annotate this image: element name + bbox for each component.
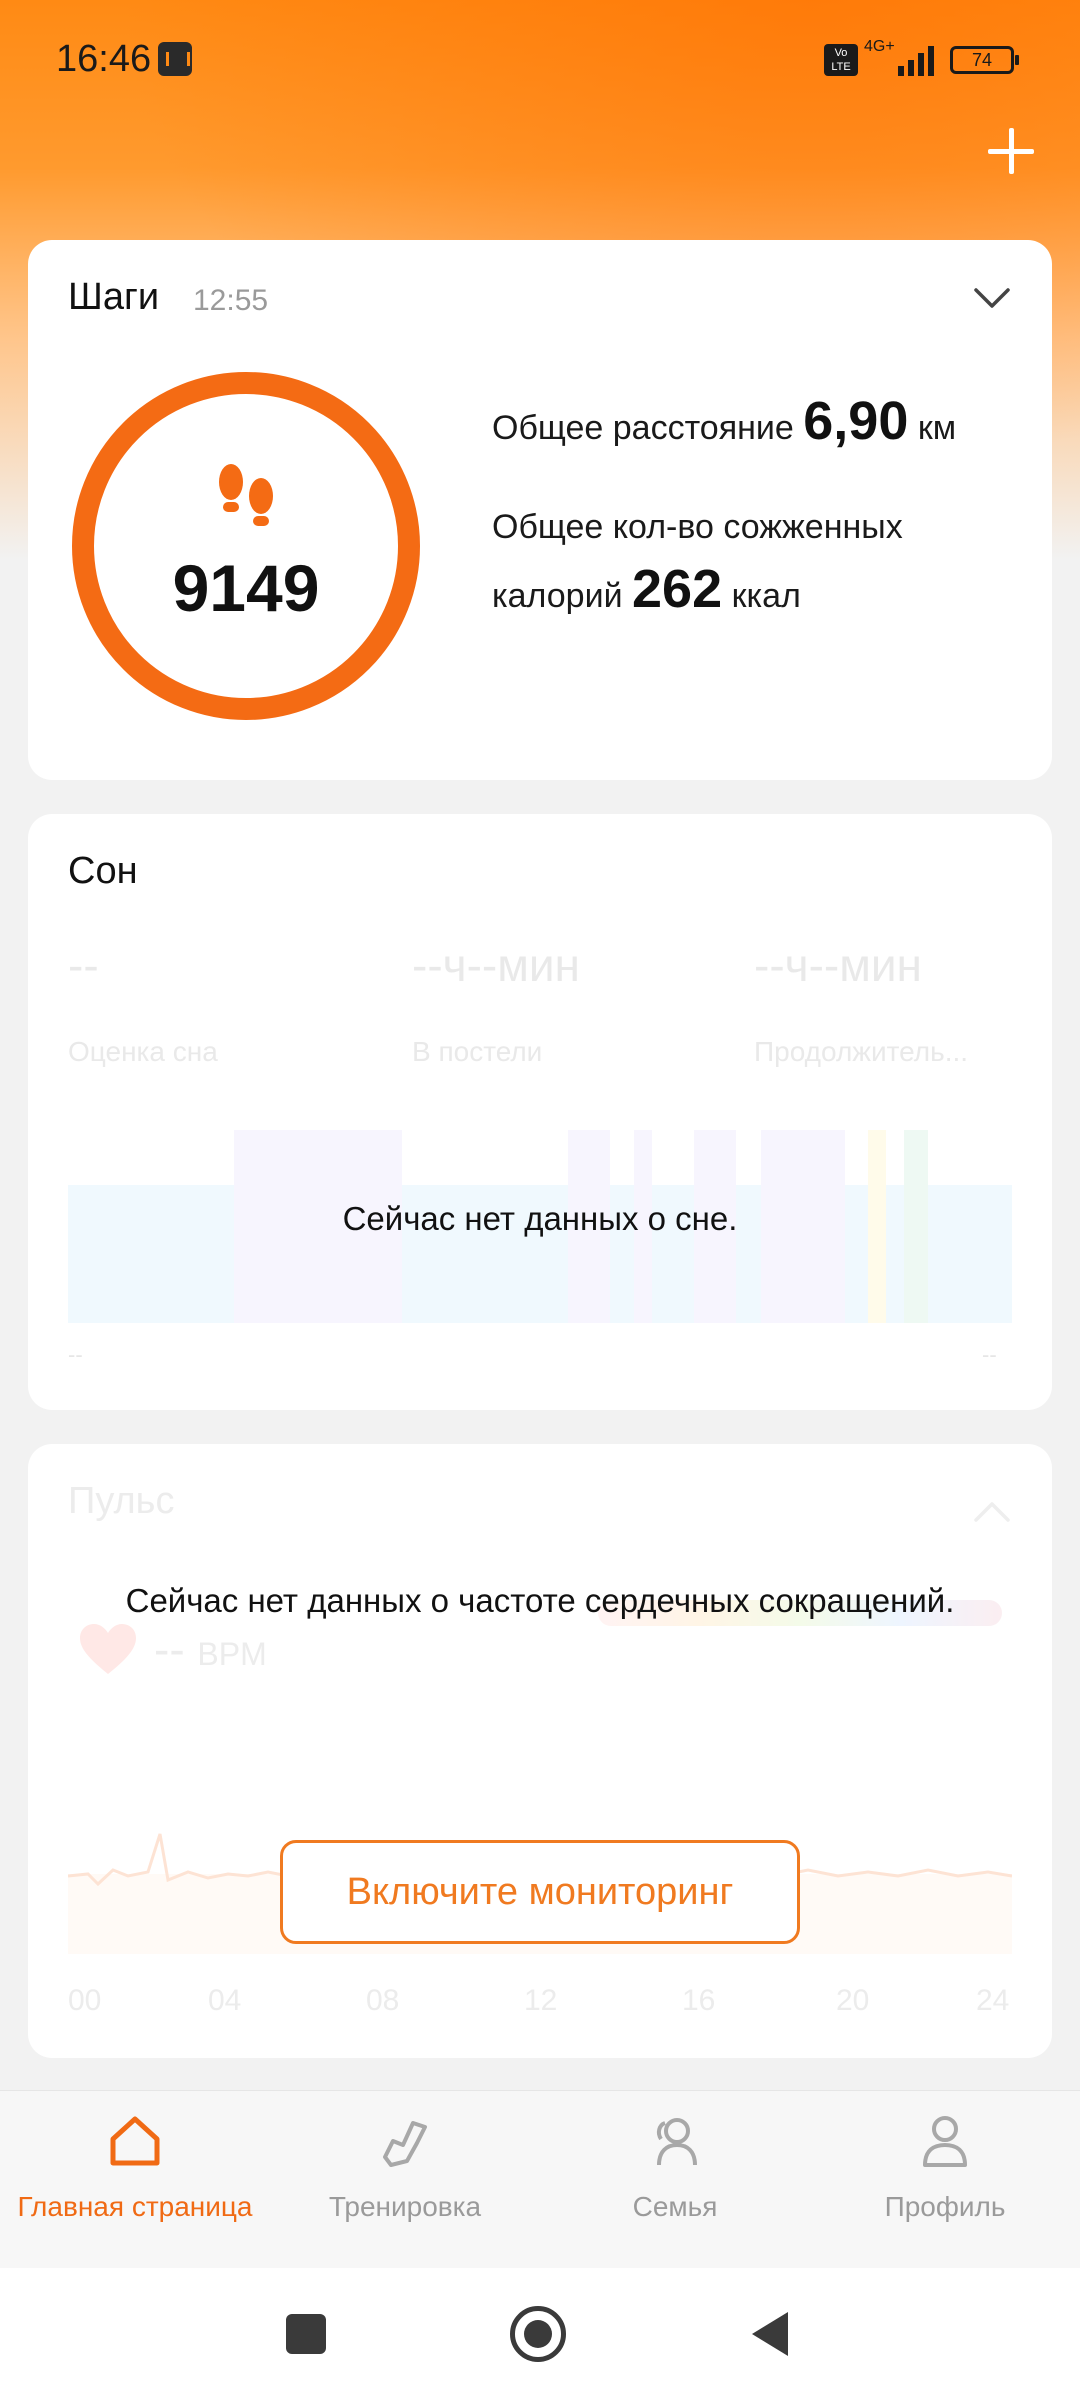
pulse-axis-tick: 24 (976, 1984, 1010, 2017)
sleep-duration-label: Продолжитель... (754, 1036, 969, 1067)
network-type: 4G+ (864, 38, 895, 55)
distance-unit: км (917, 409, 957, 447)
nav-label: Профиль (884, 2191, 1006, 2222)
steps-title: Шаги (68, 276, 160, 318)
distance-label: Общее расстояние (492, 409, 794, 447)
pulse-axis-tick: 16 (682, 1984, 716, 2017)
steps-time: 12:55 (193, 284, 269, 317)
sleep-axis-end: -- (982, 1342, 997, 1367)
sleep-in-bed-label: В постели (412, 1036, 543, 1067)
chevron-down-icon[interactable] (972, 278, 1012, 318)
pulse-axis-tick: 12 (524, 1984, 558, 2017)
home-button[interactable] (510, 2306, 566, 2362)
sleep-duration-value: --ч--мин (754, 939, 922, 991)
add-button[interactable] (986, 126, 1036, 176)
nav-label: Тренировка (328, 2191, 482, 2222)
steps-count: 9149 (172, 551, 320, 625)
system-navigation-bar (0, 2268, 1080, 2400)
pulse-value: -- BPM (154, 1622, 267, 1676)
notification-app-icon (158, 42, 192, 76)
status-time: 16:46 (56, 38, 152, 80)
sleep-in-bed-value: --ч--мин (412, 939, 580, 991)
calories-value: 262 (632, 559, 723, 619)
pulse-axis-tick: 04 (208, 1984, 242, 2017)
sleep-score-value: -- (68, 939, 99, 991)
nav-label: Главная страница (17, 2191, 253, 2222)
nav-label: Семья (632, 2191, 718, 2222)
sleep-score-label: Оценка сна (68, 1036, 218, 1067)
back-button[interactable] (752, 2312, 788, 2356)
heart-icon (80, 1624, 136, 1674)
nav-item-family[interactable]: Семья (540, 2091, 810, 2269)
calories-stat: калорий 262 ккал (492, 558, 801, 620)
enable-monitoring-button[interactable]: Включите мониторинг (280, 1840, 800, 1944)
pulse-axis-tick: 20 (836, 1984, 870, 2017)
bottom-navigation: Главная страница Тренировка Семья Профил… (0, 2090, 1080, 2268)
sleep-card[interactable]: Сон -- --ч--мин --ч--мин Оценка сна В по… (28, 814, 1052, 1410)
pulse-value-number: -- (154, 1623, 185, 1675)
pulse-title: Пульс (68, 1480, 175, 1522)
nav-item-workout[interactable]: Тренировка (270, 2091, 540, 2269)
steps-ring (72, 372, 420, 720)
home-icon (110, 2116, 160, 2166)
pulse-axis-tick: 08 (366, 1984, 400, 2017)
signal-icon (894, 44, 938, 76)
footprints-icon (219, 464, 273, 526)
battery-icon: 74 (950, 46, 1019, 74)
status-bar: 16:46 Vo LTE 4G+ 74 (0, 0, 1080, 120)
pulse-axis-tick: 00 (68, 1984, 102, 2017)
volte-icon: Vo LTE (824, 44, 858, 76)
calories-unit: ккал (731, 577, 801, 615)
sleep-no-data-message: Сейчас нет данных о сне. (342, 1200, 738, 1237)
profile-icon (923, 2116, 967, 2167)
shoe-icon (383, 2121, 427, 2167)
calories-label-line1: Общее кол-во сожженных (492, 508, 903, 546)
calories-label: калорий (492, 577, 623, 615)
pulse-card[interactable]: Пульс -- BPM Сейчас нет данных о частоте… (28, 1444, 1052, 2058)
recents-button[interactable] (286, 2314, 326, 2354)
pulse-unit: BPM (197, 1636, 267, 1672)
distance-value: 6,90 (803, 391, 909, 451)
nav-item-profile[interactable]: Профиль (810, 2091, 1080, 2269)
chevron-up-icon[interactable] (972, 1492, 1012, 1532)
family-icon (656, 2118, 697, 2166)
nav-item-home[interactable]: Главная страница (0, 2091, 270, 2269)
sleep-title: Сон (68, 850, 138, 892)
sleep-axis-start: -- (68, 1342, 83, 1367)
pulse-no-data-message: Сейчас нет данных о частоте сердечных со… (125, 1582, 955, 1619)
distance-stat: Общее расстояние 6,90 км (492, 390, 956, 452)
steps-card[interactable]: Шаги 12:55 9149 Общее расстояние 6,90 км… (28, 240, 1052, 780)
